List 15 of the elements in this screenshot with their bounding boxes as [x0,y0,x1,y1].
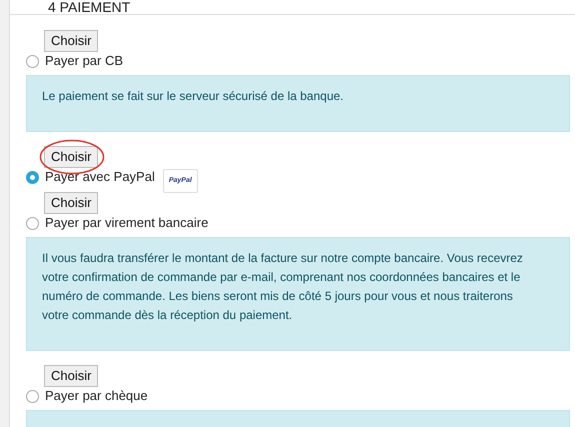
option-label[interactable]: Payer par CB [45,51,124,71]
radio-button[interactable] [26,216,39,230]
choose-button[interactable]: Choisir [44,365,98,387]
section-title: 4 PAIEMENT [48,0,130,14]
choose-button[interactable]: Choisir [44,192,98,214]
option-label[interactable]: Payer avec PayPal [45,167,155,187]
radio-button[interactable] [26,390,39,402]
choose-button[interactable]: Choisir [44,30,98,52]
info-text: Le paiement se fait sur le serveur sécurisé de la banque. [42,88,345,105]
option-label[interactable]: Payer par virement bancaire [45,213,208,233]
radio-button[interactable] [26,54,39,68]
choose-button[interactable]: Choisir [44,146,98,168]
radio-button[interactable] [26,170,39,184]
option-label[interactable]: Payer par chèque [45,386,148,406]
info-text: Il vous faudra transférer le montant de la facture sur notre compte bancaire. Vous recevrez votre confirmation de commande par e-mail, comprenant nos coordonnées bancaires et le numéro de commande. Les biens seront mis de côté 5 jours pour vous et nous traiterons votre commande dès la réception du paiement. [42,250,524,324]
